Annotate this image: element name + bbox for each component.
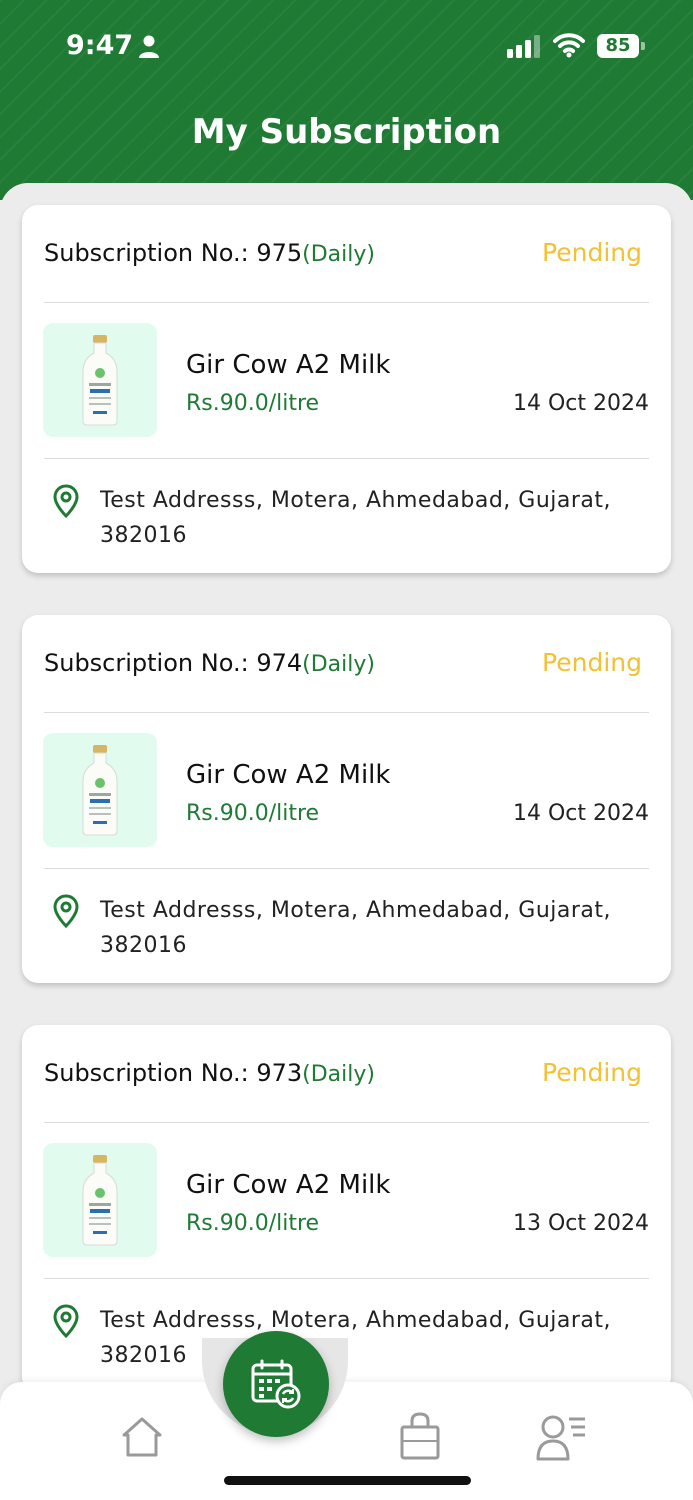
subscription-number-line: Subscription No.: 974(Daily) bbox=[44, 649, 375, 677]
product-name: Gir Cow A2 Milk bbox=[186, 350, 391, 380]
address-line-2: 382016 bbox=[100, 523, 187, 548]
product-image bbox=[43, 323, 157, 437]
product-price: Rs.90.0/litre bbox=[186, 391, 320, 416]
subscription-calendar-icon bbox=[251, 1359, 301, 1409]
page-title: My Subscription bbox=[191, 112, 502, 152]
subscription-frequency: (Daily) bbox=[302, 652, 375, 677]
wifi-icon bbox=[553, 33, 585, 58]
cellular-signal-icon bbox=[507, 35, 540, 58]
subscription-number-line: Subscription No.: 973(Daily) bbox=[44, 1059, 375, 1087]
subscription-card[interactable]: Subscription No.: 975(Daily) Pending Gir… bbox=[22, 205, 671, 573]
product-price: Rs.90.0/litre bbox=[186, 1211, 320, 1236]
shopping-bag-icon[interactable] bbox=[398, 1411, 442, 1461]
divider bbox=[44, 868, 649, 869]
person-icon bbox=[139, 35, 159, 58]
subscription-date: 14 Oct 2024 bbox=[512, 391, 649, 416]
product-name: Gir Cow A2 Milk bbox=[186, 1170, 391, 1200]
status-badge: Pending bbox=[542, 1058, 642, 1087]
delivery-address: Test Addresss, Motera, Ahmedabad, Gujara… bbox=[100, 893, 620, 963]
subscription-frequency: (Daily) bbox=[302, 1062, 375, 1087]
location-pin-icon bbox=[53, 484, 79, 518]
profile-list-icon[interactable] bbox=[535, 1413, 587, 1461]
battery-icon: 85 bbox=[597, 34, 645, 58]
battery-level: 85 bbox=[597, 34, 639, 58]
subscription-number: 974 bbox=[256, 649, 303, 677]
milk-bottle-icon bbox=[82, 335, 118, 426]
location-pin-icon bbox=[53, 894, 79, 928]
address-line-2: 382016 bbox=[100, 933, 187, 958]
address-line-2: 382016 bbox=[100, 1343, 187, 1368]
divider bbox=[44, 458, 649, 459]
status-badge: Pending bbox=[542, 238, 642, 267]
address-line-1: Test Addresss, Motera, Ahmedabad, Gujara… bbox=[100, 1308, 612, 1333]
milk-bottle-icon bbox=[82, 1155, 118, 1246]
subscription-calendar-button[interactable] bbox=[223, 1331, 329, 1437]
subscription-number: 973 bbox=[256, 1059, 303, 1087]
product-name: Gir Cow A2 Milk bbox=[186, 760, 391, 790]
battery-cap bbox=[641, 42, 645, 50]
subscription-date: 13 Oct 2024 bbox=[512, 1211, 649, 1236]
home-icon[interactable] bbox=[120, 1415, 164, 1459]
address-line-1: Test Addresss, Motera, Ahmedabad, Gujara… bbox=[100, 488, 612, 513]
subscription-date: 14 Oct 2024 bbox=[512, 801, 649, 826]
delivery-address: Test Addresss, Motera, Ahmedabad, Gujara… bbox=[100, 1303, 620, 1373]
subscription-number-line: Subscription No.: 975(Daily) bbox=[44, 239, 375, 267]
subscription-number-label: Subscription No.: bbox=[44, 649, 257, 677]
subscription-number-label: Subscription No.: bbox=[44, 239, 257, 267]
subscription-frequency: (Daily) bbox=[302, 242, 375, 267]
divider bbox=[44, 1278, 649, 1279]
home-indicator[interactable] bbox=[224, 1476, 471, 1485]
location-pin-icon bbox=[53, 1304, 79, 1338]
divider bbox=[44, 1122, 649, 1123]
subscription-number-label: Subscription No.: bbox=[44, 1059, 257, 1087]
delivery-address: Test Addresss, Motera, Ahmedabad, Gujara… bbox=[100, 483, 620, 553]
subscription-list[interactable]: Subscription No.: 975(Daily) Pending Gir… bbox=[0, 183, 693, 1500]
product-image bbox=[43, 1143, 157, 1257]
status-bar: 9:47 85 bbox=[0, 0, 693, 95]
divider bbox=[44, 712, 649, 713]
product-price: Rs.90.0/litre bbox=[186, 801, 320, 826]
divider bbox=[44, 302, 649, 303]
subscription-number: 975 bbox=[256, 239, 303, 267]
app-header: 9:47 85 My Subscription bbox=[0, 0, 693, 200]
address-line-1: Test Addresss, Motera, Ahmedabad, Gujara… bbox=[100, 898, 612, 923]
subscription-card[interactable]: Subscription No.: 974(Daily) Pending Gir… bbox=[22, 615, 671, 983]
status-time: 9:47 bbox=[66, 30, 134, 61]
status-badge: Pending bbox=[542, 648, 642, 677]
product-image bbox=[43, 733, 157, 847]
milk-bottle-icon bbox=[82, 745, 118, 836]
